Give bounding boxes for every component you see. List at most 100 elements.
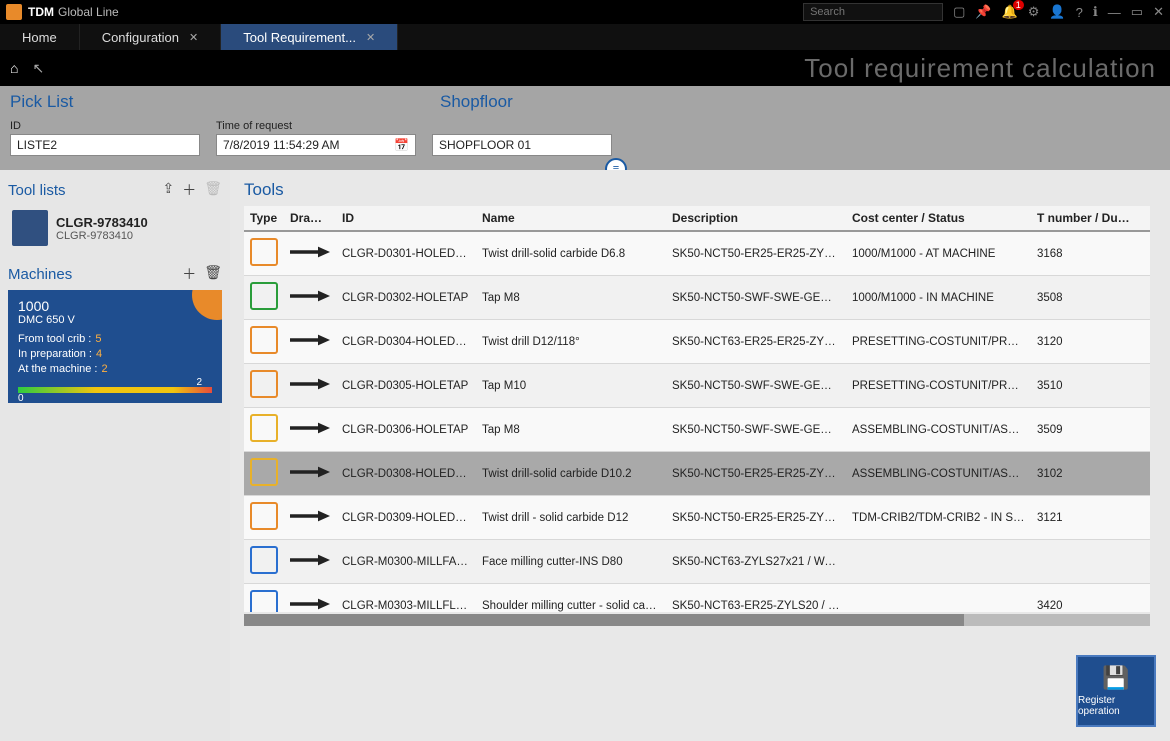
cell-name: Face milling cutter-INS D80 <box>476 556 666 568</box>
cell-name: Twist drill - solid carbide D12 <box>476 512 666 524</box>
pin-icon[interactable]: 📌 <box>975 4 991 20</box>
add-icon[interactable]: ＋ <box>182 180 196 200</box>
table-row[interactable]: CLGR-D0305-HOLETAPTap M10SK50-NCT50-SWF-… <box>244 364 1150 408</box>
type-icon <box>250 326 278 354</box>
main-panel: Tools Type Drawing ID Name Description C… <box>230 170 1170 741</box>
col-name[interactable]: Name <box>476 211 666 225</box>
app-name: TDM <box>28 5 54 19</box>
calendar-icon[interactable]: 📅 <box>394 138 409 152</box>
table-row[interactable]: CLGR-M0300-MILLFACEFace milling cutter-I… <box>244 540 1150 584</box>
title-bar: TDM Global Line ▢ 📌 🔔1 ⚙ 👤 ? ℹ — ▭ ✕ <box>0 0 1170 24</box>
cell-name: Twist drill-solid carbide D10.2 <box>476 468 666 480</box>
cell-id: CLGR-D0308-HOLEDRILL <box>336 468 476 480</box>
tool-list-item[interactable]: CLGR-9783410 CLGR-9783410 <box>8 206 222 250</box>
cell-description: SK50-NCT50-ER25-ER25-ZYLS12 / Walter <box>666 512 846 524</box>
help-icon[interactable]: ? <box>1076 5 1083 20</box>
cell-id: CLGR-D0301-HOLEDRILL <box>336 248 476 260</box>
machine-card[interactable]: 1000 DMC 650 V From tool crib :5 In prep… <box>8 290 222 403</box>
app-logo <box>6 4 22 20</box>
shopfloor-input[interactable]: SHOPFLOOR 01 <box>432 134 612 156</box>
breadcrumb-bar: ⌂ ↖ Tool requirement calculation <box>0 50 1170 86</box>
shopfloor-heading: Shopfloor <box>440 92 513 112</box>
col-description[interactable]: Description <box>666 211 846 225</box>
cell-tnumber: 3510 <box>1031 380 1141 392</box>
id-input[interactable]: LISTE2 <box>10 134 200 156</box>
cell-tnumber: 3120 <box>1031 336 1141 348</box>
table-row[interactable]: CLGR-D0308-HOLEDRILLTwist drill-solid ca… <box>244 452 1150 496</box>
maximize-icon[interactable]: ▭ <box>1131 4 1143 20</box>
cell-tnumber: 3420 <box>1031 600 1141 612</box>
table-row[interactable]: CLGR-D0302-HOLETAPTap M8SK50-NCT50-SWF-S… <box>244 276 1150 320</box>
user-icon[interactable]: 👤 <box>1049 4 1065 20</box>
cell-costcenter: 1000/M1000 - AT MACHINE <box>846 248 1031 260</box>
cell-description: SK50-NCT50-SWF-SWE-GEWB8 / Walter <box>666 292 846 304</box>
notifications-icon[interactable]: 🔔1 <box>1002 4 1018 20</box>
table-row[interactable]: CLGR-M0303-MILLFLATSTRAIGHTShoulder mill… <box>244 584 1150 612</box>
machine-name: DMC 650 V <box>18 314 212 326</box>
col-tnumber[interactable]: T number / Duplo number <box>1031 211 1141 225</box>
col-drawing[interactable]: Drawing <box>284 211 336 225</box>
col-id[interactable]: ID <box>336 211 476 225</box>
delete-icon[interactable]: 🗑 <box>204 180 222 200</box>
tab-label: Configuration <box>102 30 179 45</box>
picklist-heading: Pick List <box>10 92 73 112</box>
drawing-icon <box>290 463 330 481</box>
search-input[interactable] <box>803 3 943 21</box>
info-icon[interactable]: ℹ <box>1093 4 1098 20</box>
table-row[interactable]: CLGR-D0304-HOLEDRILLTwist drill D12/118°… <box>244 320 1150 364</box>
cell-name: Shoulder milling cutter - solid carbide … <box>476 600 666 612</box>
export-icon[interactable]: ⇪ <box>162 180 174 200</box>
tool-list-thumb <box>12 210 48 246</box>
grid-header: Type Drawing ID Name Description Cost ce… <box>244 206 1150 232</box>
grid-body[interactable]: CLGR-D0301-HOLEDRILLTwist drill-solid ca… <box>244 232 1150 612</box>
time-input[interactable]: 7/8/2019 11:54:29 AM 📅 <box>216 134 416 156</box>
cell-name: Twist drill D12/118° <box>476 336 666 348</box>
machine-id: 1000 <box>18 298 212 314</box>
col-costcenter[interactable]: Cost center / Status <box>846 211 1031 225</box>
cell-description: SK50-NCT63-ER25-ZYLS20 / Walter <box>666 600 846 612</box>
gear-icon[interactable]: ⚙ <box>1028 4 1040 20</box>
cell-id: CLGR-D0309-HOLEDRILL <box>336 512 476 524</box>
close-icon[interactable]: ✕ <box>1153 4 1164 20</box>
cell-tnumber: 3509 <box>1031 424 1141 436</box>
cell-name: Twist drill-solid carbide D6.8 <box>476 248 666 260</box>
type-icon <box>250 590 278 612</box>
table-row[interactable]: CLGR-D0309-HOLEDRILLTwist drill - solid … <box>244 496 1150 540</box>
cell-description: SK50-NCT63-ZYLS27x21 / Walter <box>666 556 846 568</box>
cell-costcenter: 1000/M1000 - IN MACHINE <box>846 292 1031 304</box>
tab-home[interactable]: Home <box>0 24 80 50</box>
minimize-icon[interactable]: — <box>1108 5 1121 20</box>
time-label: Time of request <box>216 120 416 132</box>
cell-description: SK50-NCT50-SWF-SWE-GEWB6 / Walter <box>666 424 846 436</box>
table-row[interactable]: CLGR-D0301-HOLEDRILLTwist drill-solid ca… <box>244 232 1150 276</box>
tab-strip: Home Configuration ✕ Tool Requirement...✕ <box>0 24 1170 50</box>
table-row[interactable]: CLGR-D0306-HOLETAPTap M8SK50-NCT50-SWF-S… <box>244 408 1150 452</box>
drawing-icon <box>290 243 330 261</box>
page-title: Tool requirement calculation <box>804 53 1160 84</box>
cell-costcenter: PRESETTING-COSTUNIT/PRESETTING-WORKPLACE <box>846 380 1031 392</box>
tab-configuration[interactable]: Configuration ✕ <box>80 24 222 50</box>
tab-label: Home <box>22 30 57 45</box>
col-type[interactable]: Type <box>244 211 284 225</box>
type-icon <box>250 238 278 266</box>
drawing-icon <box>290 419 330 437</box>
cell-tnumber: 3121 <box>1031 512 1141 524</box>
register-operation-button[interactable]: 💾 Register operation <box>1076 655 1156 727</box>
drawing-icon <box>290 287 330 305</box>
close-icon[interactable]: ✕ <box>189 31 198 44</box>
machine-load-bar: 2 0 <box>18 387 212 393</box>
cell-id: CLGR-D0304-HOLEDRILL <box>336 336 476 348</box>
layout-icon[interactable]: ▢ <box>953 4 965 20</box>
drawing-icon <box>290 595 330 612</box>
cursor-icon[interactable]: ↖ <box>32 60 44 77</box>
close-icon[interactable]: ✕ <box>366 31 375 44</box>
cell-description: SK50-NCT50-SWF-SWE-GEWB8 / Coromant <box>666 380 846 392</box>
home-icon[interactable]: ⌂ <box>10 60 18 76</box>
add-icon[interactable]: ＋ <box>182 264 196 284</box>
type-icon <box>250 546 278 574</box>
tool-list-subtitle: CLGR-9783410 <box>56 230 148 242</box>
delete-icon[interactable]: 🗑 <box>204 264 222 284</box>
cell-id: CLGR-M0303-MILLFLATSTRAIGHT <box>336 600 476 612</box>
horizontal-scrollbar[interactable] <box>244 614 1150 626</box>
tab-tool-requirement[interactable]: Tool Requirement...✕ <box>221 24 398 50</box>
